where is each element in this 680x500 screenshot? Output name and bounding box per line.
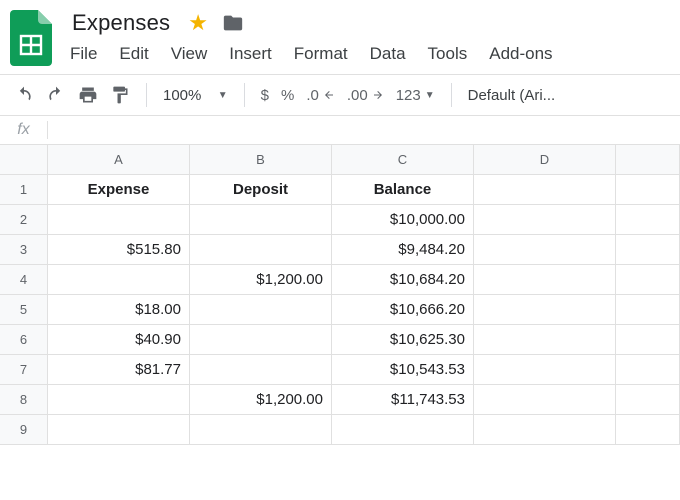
cell-B1[interactable]: Deposit	[190, 175, 332, 205]
chevron-down-icon: ▼	[218, 90, 228, 101]
row-header-8[interactable]: 8	[0, 385, 48, 415]
menu-insert[interactable]: Insert	[229, 44, 272, 64]
more-formats-dropdown[interactable]: 123 ▼	[396, 87, 435, 104]
title-bar: Expenses ★ File Edit View Insert Format …	[0, 0, 680, 74]
cell-A9[interactable]	[48, 415, 190, 445]
cell-C8[interactable]: $11,743.53	[332, 385, 474, 415]
increase-decimal-label: .00	[347, 87, 368, 104]
print-button[interactable]	[78, 85, 98, 105]
move-folder-icon[interactable]	[222, 12, 244, 34]
cell-B4[interactable]: $1,200.00	[190, 265, 332, 295]
cell-C4[interactable]: $10,684.20	[332, 265, 474, 295]
cell-B3[interactable]	[190, 235, 332, 265]
increase-decimal-button[interactable]: .00	[347, 87, 384, 104]
cell-E5[interactable]	[616, 295, 680, 325]
cell-D2[interactable]	[474, 205, 616, 235]
cell-B5[interactable]	[190, 295, 332, 325]
menu-format[interactable]: Format	[294, 44, 348, 64]
cell-C7[interactable]: $10,543.53	[332, 355, 474, 385]
cell-B8[interactable]: $1,200.00	[190, 385, 332, 415]
cell-E3[interactable]	[616, 235, 680, 265]
cell-D8[interactable]	[474, 385, 616, 415]
chevron-down-icon: ▼	[425, 90, 435, 101]
sheets-app-icon[interactable]	[10, 10, 52, 66]
cell-A2[interactable]	[48, 205, 190, 235]
spreadsheet-grid: A B C D 1 Expense Deposit Balance 2 $10,…	[0, 145, 680, 445]
column-header-C[interactable]: C	[332, 145, 474, 175]
document-title[interactable]: Expenses	[68, 8, 174, 38]
cell-D7[interactable]	[474, 355, 616, 385]
cell-B2[interactable]	[190, 205, 332, 235]
row-header-6[interactable]: 6	[0, 325, 48, 355]
cell-E2[interactable]	[616, 205, 680, 235]
format-currency-button[interactable]: $	[261, 87, 269, 104]
row-header-1[interactable]: 1	[0, 175, 48, 205]
cell-D3[interactable]	[474, 235, 616, 265]
cell-C1[interactable]: Balance	[332, 175, 474, 205]
toolbar-separator	[146, 83, 147, 107]
cell-E9[interactable]	[616, 415, 680, 445]
fx-icon: fx	[0, 121, 48, 139]
decrease-decimal-label: .0	[306, 87, 319, 104]
cell-A4[interactable]	[48, 265, 190, 295]
cell-E8[interactable]	[616, 385, 680, 415]
row-header-4[interactable]: 4	[0, 265, 48, 295]
font-family-dropdown[interactable]: Default (Ari...	[468, 87, 556, 104]
menu-edit[interactable]: Edit	[119, 44, 148, 64]
menu-view[interactable]: View	[171, 44, 208, 64]
menu-addons[interactable]: Add-ons	[489, 44, 552, 64]
cell-D5[interactable]	[474, 295, 616, 325]
cell-C6[interactable]: $10,625.30	[332, 325, 474, 355]
row-header-5[interactable]: 5	[0, 295, 48, 325]
cell-D1[interactable]	[474, 175, 616, 205]
column-header-D[interactable]: D	[474, 145, 616, 175]
menu-file[interactable]: File	[70, 44, 97, 64]
undo-button[interactable]	[14, 85, 34, 105]
formula-input[interactable]	[48, 116, 680, 144]
cell-D4[interactable]	[474, 265, 616, 295]
toolbar-separator	[451, 83, 452, 107]
cell-B6[interactable]	[190, 325, 332, 355]
redo-button[interactable]	[46, 85, 66, 105]
cell-C5[interactable]: $10,666.20	[332, 295, 474, 325]
select-all-corner[interactable]	[0, 145, 48, 175]
cell-B7[interactable]	[190, 355, 332, 385]
more-formats-label: 123	[396, 87, 421, 104]
cell-A7[interactable]: $81.77	[48, 355, 190, 385]
cell-C3[interactable]: $9,484.20	[332, 235, 474, 265]
menu-tools[interactable]: Tools	[428, 44, 468, 64]
cell-D9[interactable]	[474, 415, 616, 445]
toolbar: 100% ▼ $ % .0 .00 123 ▼ Default (Ari...	[0, 75, 680, 115]
cell-A5[interactable]: $18.00	[48, 295, 190, 325]
column-header-B[interactable]: B	[190, 145, 332, 175]
cell-A8[interactable]	[48, 385, 190, 415]
column-header-extra[interactable]	[616, 145, 680, 175]
cell-E6[interactable]	[616, 325, 680, 355]
star-icon[interactable]: ★	[188, 12, 208, 34]
cell-C9[interactable]	[332, 415, 474, 445]
format-percent-button[interactable]: %	[281, 87, 294, 104]
cell-E4[interactable]	[616, 265, 680, 295]
cell-E1[interactable]	[616, 175, 680, 205]
decrease-decimal-button[interactable]: .0	[306, 87, 335, 104]
cell-A6[interactable]: $40.90	[48, 325, 190, 355]
menu-bar: File Edit View Insert Format Data Tools …	[68, 38, 555, 74]
cell-A1[interactable]: Expense	[48, 175, 190, 205]
row-header-2[interactable]: 2	[0, 205, 48, 235]
cell-B9[interactable]	[190, 415, 332, 445]
cell-E7[interactable]	[616, 355, 680, 385]
cell-D6[interactable]	[474, 325, 616, 355]
zoom-dropdown[interactable]: 100% ▼	[163, 87, 228, 104]
row-header-7[interactable]: 7	[0, 355, 48, 385]
row-header-3[interactable]: 3	[0, 235, 48, 265]
menu-data[interactable]: Data	[370, 44, 406, 64]
formula-bar: fx	[0, 115, 680, 145]
paint-format-button[interactable]	[110, 85, 130, 105]
column-header-A[interactable]: A	[48, 145, 190, 175]
cell-C2[interactable]: $10,000.00	[332, 205, 474, 235]
toolbar-separator	[244, 83, 245, 107]
zoom-value: 100%	[163, 87, 201, 104]
cell-A3[interactable]: $515.80	[48, 235, 190, 265]
row-header-9[interactable]: 9	[0, 415, 48, 445]
